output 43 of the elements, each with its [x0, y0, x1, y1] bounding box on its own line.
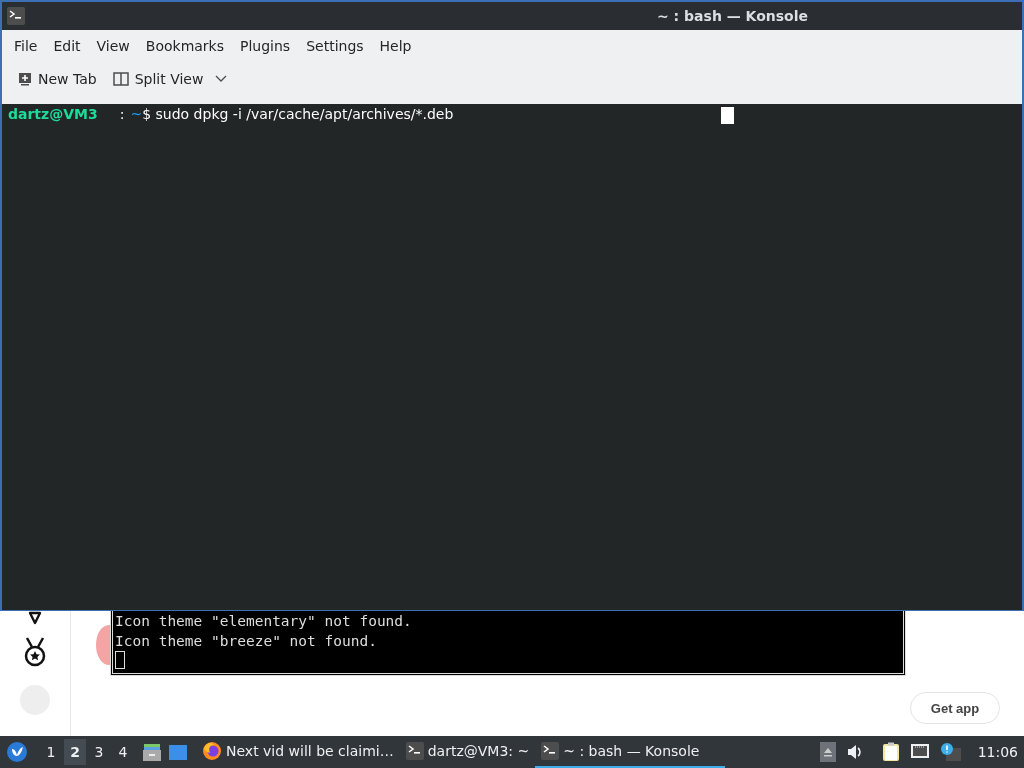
clock[interactable]: 11:06 — [977, 744, 1018, 760]
taskbar-task[interactable]: ~ : bash — Konsole — [535, 736, 726, 768]
start-menu-icon[interactable] — [6, 741, 28, 763]
prompt-user: dartz@VM3 — [8, 106, 98, 122]
desktop-switcher[interactable]: 3 — [88, 739, 110, 765]
command-text: $ sudo dpkg -i /var/cache/apt/archives/*.deb — [142, 106, 454, 122]
menu-item[interactable]: Bookmarks — [137, 36, 232, 56]
console-line: Icon theme "elementary" not found. — [115, 612, 413, 631]
console-cursor — [115, 651, 125, 669]
medal-icon — [22, 637, 48, 667]
text-cursor — [721, 107, 734, 124]
console-line: Icon theme "breeze" not found. — [115, 632, 378, 651]
menu-item[interactable]: Plugins — [232, 36, 299, 56]
desktop-switcher[interactable]: 4 — [112, 739, 134, 765]
menu-item[interactable]: Settings — [298, 36, 372, 56]
split-view-icon — [112, 72, 129, 86]
desktop-switcher[interactable]: 2 — [64, 739, 86, 765]
taskbar-task[interactable]: Next vid will be claimi… — [196, 736, 400, 768]
notification-icon[interactable] — [939, 742, 962, 762]
eject-icon[interactable] — [819, 742, 836, 762]
terminal-icon — [7, 7, 25, 25]
window-icon[interactable] — [168, 743, 188, 761]
new-tab-icon — [18, 72, 32, 86]
window-title: ~ : bash — Konsole — [657, 8, 809, 24]
taskbar-task[interactable]: dartz@VM3: ~ — [399, 736, 536, 768]
menu-item[interactable]: View — [88, 36, 138, 56]
desktop-switcher[interactable]: 1 — [40, 739, 62, 765]
volume-icon[interactable] — [845, 744, 864, 760]
prompt-separator: : — [119, 106, 125, 122]
browser-icon — [202, 741, 222, 761]
menu-item[interactable]: Edit — [45, 36, 89, 56]
prompt-path: ~ — [130, 106, 143, 122]
get-app-button[interactable]: Get app — [910, 692, 1000, 724]
terminal-icon — [405, 742, 424, 760]
split-view-button[interactable]: Split View — [108, 69, 232, 89]
chevron-down-icon — [215, 75, 228, 83]
menu-item[interactable]: File — [6, 36, 46, 56]
file-manager-icon[interactable] — [142, 742, 162, 762]
clipboard-icon[interactable] — [881, 742, 900, 762]
network-icon[interactable] — [909, 743, 930, 761]
menu-item[interactable]: Help — [371, 36, 420, 56]
new-tab-button[interactable]: New Tab — [14, 69, 101, 89]
terminal-icon — [541, 742, 560, 760]
